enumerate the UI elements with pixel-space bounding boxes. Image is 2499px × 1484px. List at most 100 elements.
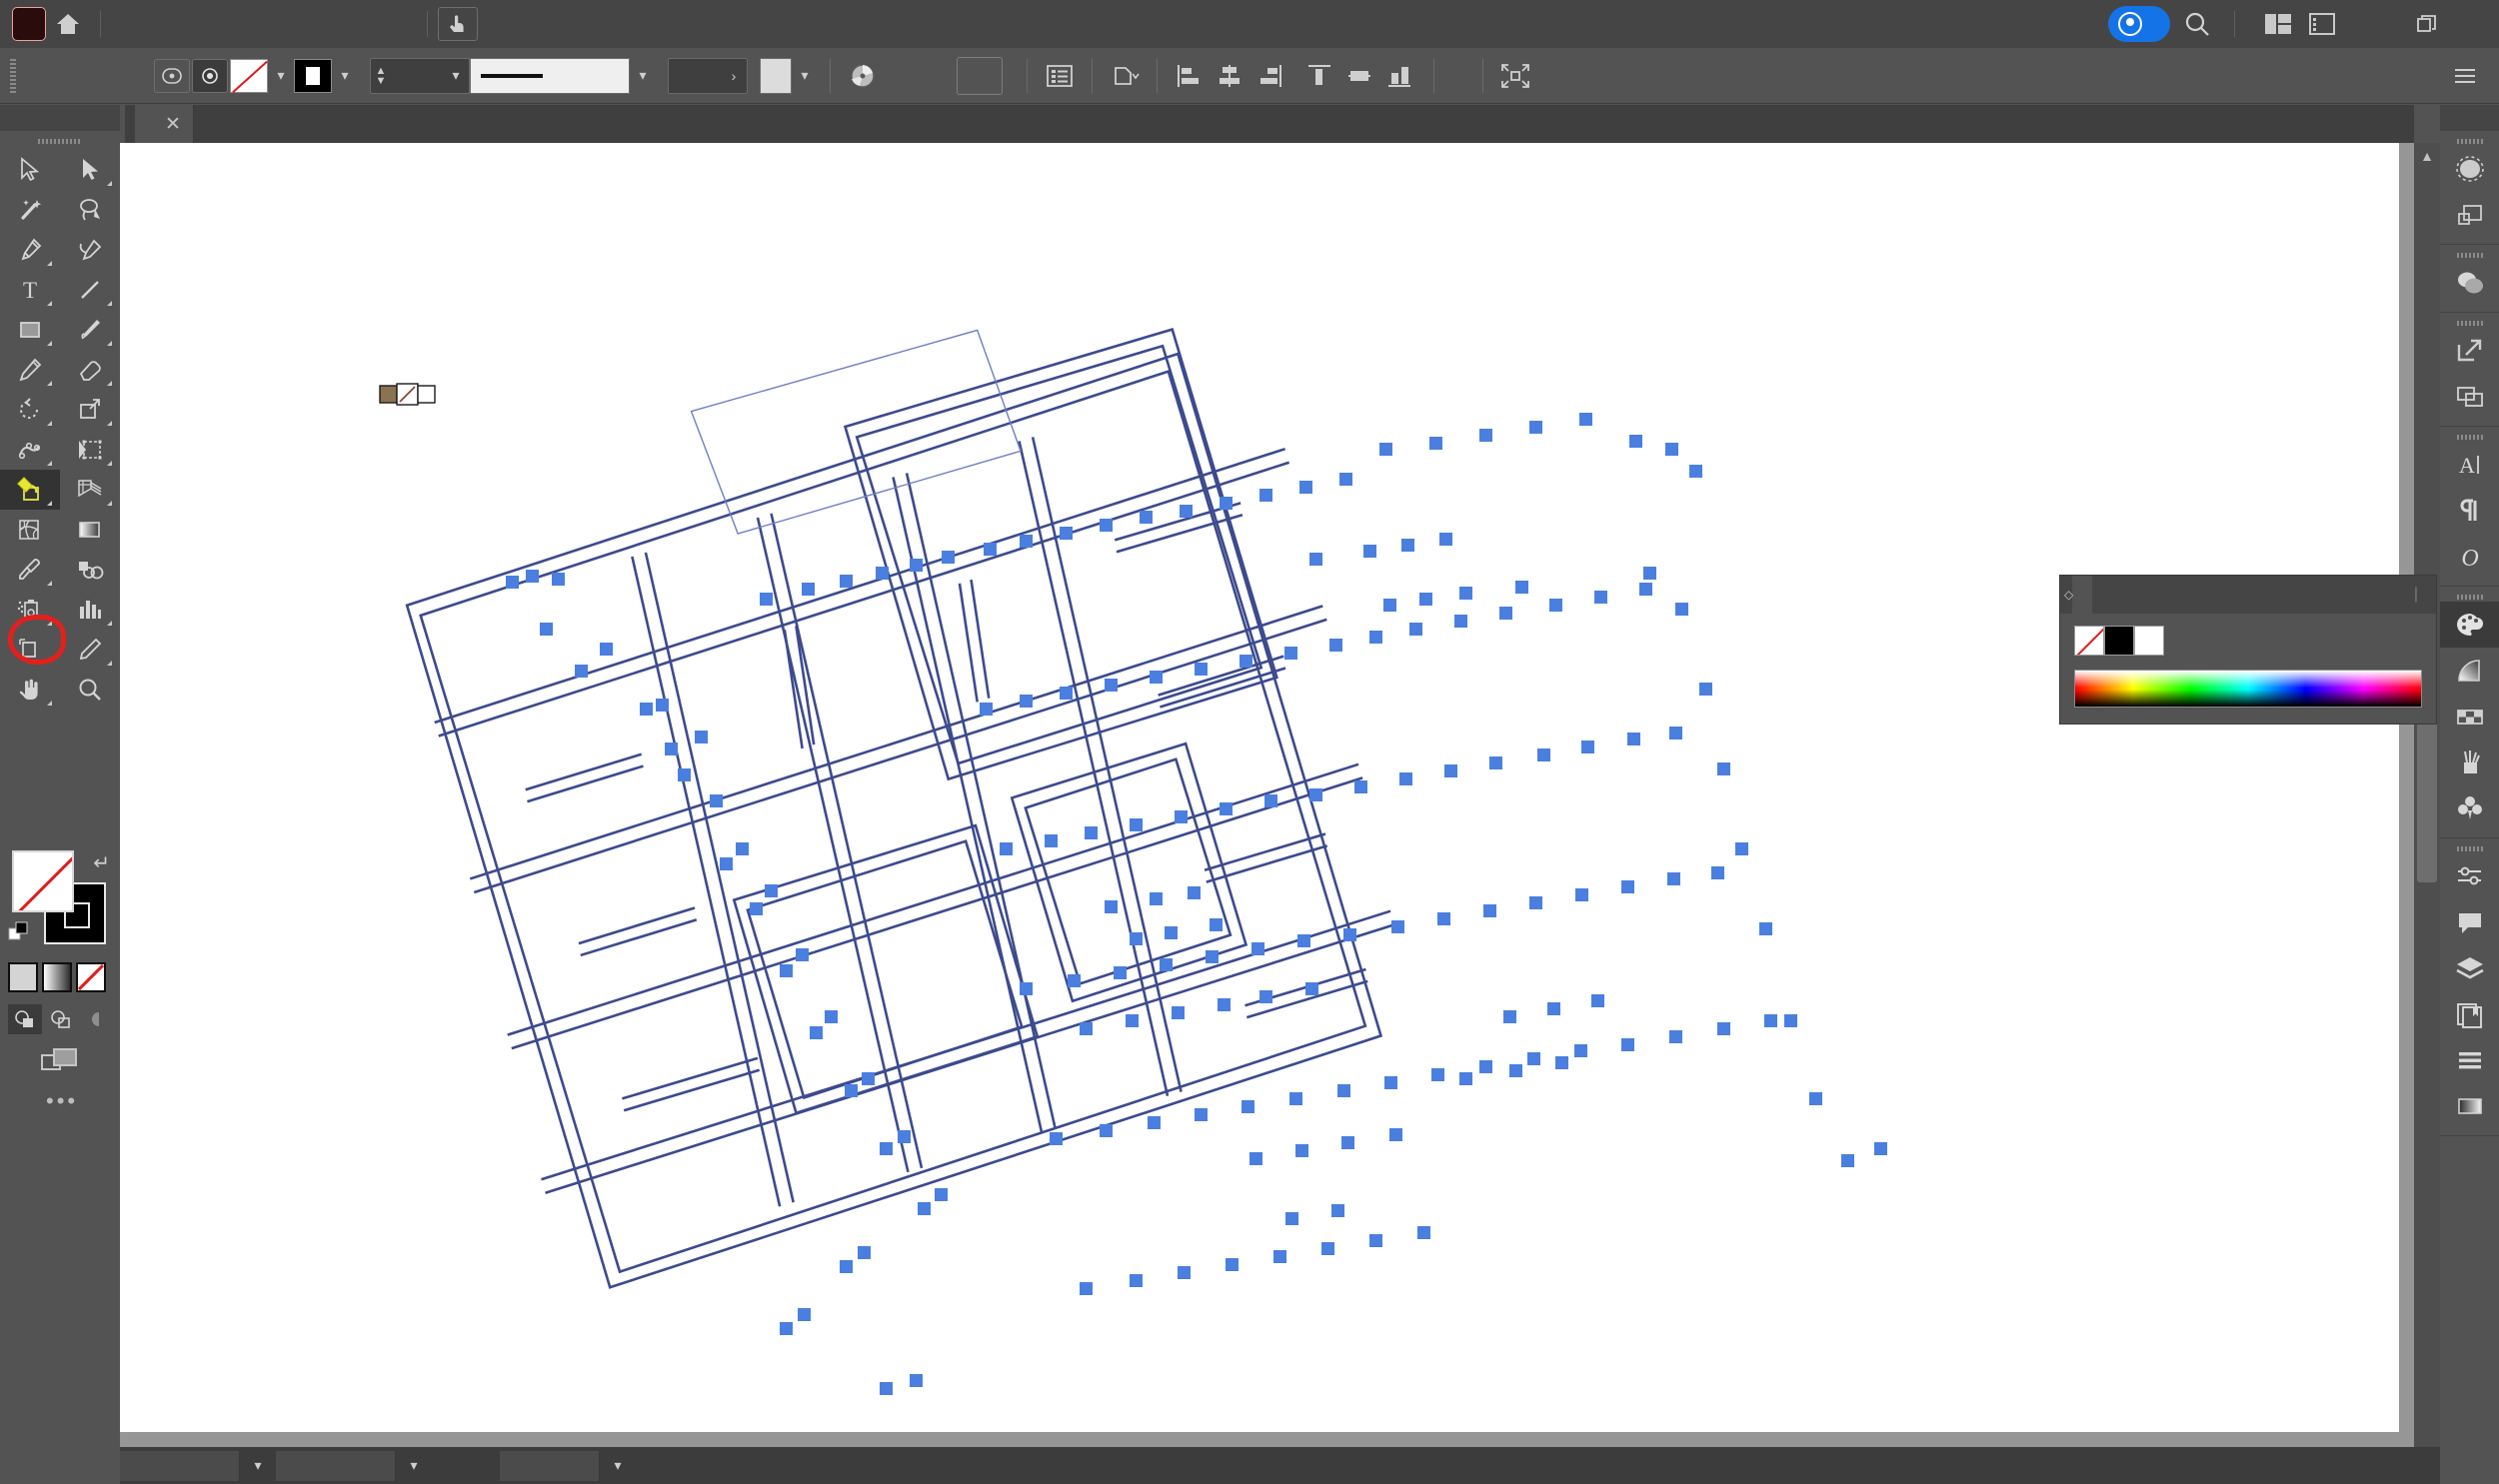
- scale-tool[interactable]: [60, 390, 120, 430]
- swap-fill-stroke-icon[interactable]: ↵: [93, 850, 110, 875]
- export-icon[interactable]: [2440, 328, 2499, 374]
- opacity-field[interactable]: ›: [668, 57, 748, 94]
- symbol-sprayer-tool[interactable]: [0, 590, 60, 630]
- draw-inside-icon[interactable]: [80, 1004, 114, 1034]
- toolbar-collapse-header[interactable]: [0, 105, 120, 131]
- dock-grip[interactable]: [2456, 139, 2483, 144]
- color-swatch-black[interactable]: [2104, 626, 2134, 656]
- zoom-tool[interactable]: [60, 670, 120, 710]
- brushes-icon[interactable]: [2440, 740, 2499, 785]
- default-fill-stroke-icon[interactable]: [8, 920, 34, 946]
- edit-toolbar-dots-icon[interactable]: •••: [46, 1088, 78, 1114]
- dock-grip[interactable]: [2456, 435, 2483, 440]
- transform-shape-icon[interactable]: [1105, 57, 1145, 95]
- stroke-stepper[interactable]: ▲ ▼: [371, 59, 391, 93]
- color-panel[interactable]: ◇ |: [2059, 575, 2437, 725]
- gradient-tool[interactable]: [60, 510, 120, 550]
- dock-collapse-header[interactable]: [2440, 105, 2499, 131]
- close-icon[interactable]: ✕: [153, 113, 193, 136]
- color-swatch-none[interactable]: [2074, 626, 2104, 656]
- panel-grip[interactable]: [10, 58, 16, 93]
- vertical-scroll-thumb[interactable]: [2417, 703, 2437, 882]
- character-icon[interactable]: A: [2440, 442, 2499, 488]
- canvas-area[interactable]: [120, 143, 2414, 1447]
- line-segment-tool[interactable]: [60, 270, 120, 310]
- pathfinder-icon[interactable]: [2440, 192, 2499, 238]
- eyedropper-tool[interactable]: [0, 550, 60, 590]
- color-spectrum-ramp[interactable]: [2074, 670, 2422, 708]
- expand-button[interactable]: [957, 56, 1003, 95]
- glyphs-icon[interactable]: O: [2440, 534, 2499, 580]
- fill-color-box[interactable]: [12, 850, 74, 912]
- artboard[interactable]: [120, 143, 2399, 1432]
- change-screen-mode-icon[interactable]: [40, 1045, 80, 1077]
- gradient-icon[interactable]: [2440, 648, 2499, 694]
- stroke-dropdown-chevron-down-icon[interactable]: ▾: [332, 59, 358, 93]
- share-button[interactable]: [2108, 6, 2170, 42]
- opacity-expand-icon[interactable]: ›: [721, 59, 747, 93]
- blend-tool[interactable]: [60, 550, 120, 590]
- window-minimize-button[interactable]: [2355, 0, 2403, 48]
- rotation-field[interactable]: [276, 1450, 396, 1481]
- hand-tool[interactable]: [0, 670, 60, 710]
- rotate-tool[interactable]: [0, 390, 60, 430]
- architectural-floor-plan-artwork[interactable]: [120, 143, 2399, 1432]
- artboard-chevron-down-icon[interactable]: ▾: [600, 1457, 636, 1474]
- transparency-icon[interactable]: [2440, 146, 2499, 192]
- vertical-scrollbar[interactable]: ▲: [2414, 143, 2440, 1447]
- stroke-profile-select[interactable]: [470, 57, 630, 94]
- tab-brushes[interactable]: [2132, 576, 2152, 614]
- layers-icon[interactable]: [2440, 945, 2499, 991]
- target-anchor-icon[interactable]: [192, 58, 228, 93]
- draw-behind-icon[interactable]: [44, 1004, 78, 1034]
- artboard-tool[interactable]: [0, 630, 60, 670]
- flat-color-icon[interactable]: [8, 962, 38, 992]
- style-chevron-down-icon[interactable]: ▾: [792, 59, 818, 93]
- mesh-tool[interactable]: [0, 510, 60, 550]
- properties-panel-icon[interactable]: [2303, 5, 2341, 43]
- draw-normal-icon[interactable]: [8, 1004, 42, 1034]
- rotation-chevron-down-icon[interactable]: ▾: [396, 1457, 432, 1474]
- tab-symbols[interactable]: [2152, 576, 2172, 614]
- magic-wand-tool[interactable]: [0, 190, 60, 230]
- swatches-icon[interactable]: [2440, 694, 2499, 740]
- align-left-icon[interactable]: [1170, 57, 1210, 95]
- isolate-selection-icon[interactable]: [1495, 57, 1535, 95]
- shape-builder-blend-icon[interactable]: [2440, 260, 2499, 306]
- pen-tool[interactable]: [0, 230, 60, 270]
- align-center-vertical-icon[interactable]: [1339, 57, 1379, 95]
- direct-selection-tool[interactable]: [60, 150, 120, 190]
- slice-tool[interactable]: [60, 630, 120, 670]
- tab-color[interactable]: [2072, 576, 2092, 614]
- align-top-icon[interactable]: [1299, 57, 1339, 95]
- graphic-style-swatch[interactable]: [760, 57, 792, 94]
- toolbar-grip[interactable]: [38, 139, 82, 144]
- libraries-icon[interactable]: [2440, 991, 2499, 1037]
- touch-workspace-icon[interactable]: [438, 7, 478, 41]
- fill-dropdown-chevron-down-icon[interactable]: ▾: [268, 59, 294, 93]
- pencil-tool[interactable]: [0, 350, 60, 390]
- paintbrush-tool[interactable]: [60, 310, 120, 350]
- curvature-tool[interactable]: [60, 230, 120, 270]
- eraser-tool[interactable]: [60, 350, 120, 390]
- asset-export-icon[interactable]: [2440, 374, 2499, 420]
- window-restore-button[interactable]: [2403, 0, 2451, 48]
- dock-grip[interactable]: [2456, 595, 2483, 600]
- arrange-documents-icon[interactable]: [2259, 5, 2297, 43]
- scroll-up-icon[interactable]: ▲: [2414, 143, 2440, 169]
- live-paint-bucket-tool[interactable]: [0, 470, 60, 510]
- selection-tool[interactable]: [0, 150, 60, 190]
- stroke-weight-chevron-down-icon[interactable]: ▾: [443, 59, 469, 93]
- control-bar-overflow-icon[interactable]: [2445, 57, 2485, 95]
- stroke-color-swatch[interactable]: [294, 58, 332, 93]
- tab-color-guide[interactable]: [2092, 576, 2112, 614]
- panel-collapse-icon[interactable]: ◇: [2060, 576, 2074, 614]
- column-graph-tool[interactable]: [60, 590, 120, 630]
- width-tool[interactable]: [0, 430, 60, 470]
- align-right-icon[interactable]: [1250, 57, 1289, 95]
- window-close-button[interactable]: [2451, 0, 2499, 48]
- tab-swatches[interactable]: [2112, 576, 2132, 614]
- select-object-icon[interactable]: [154, 58, 190, 93]
- paragraph-icon[interactable]: [2440, 488, 2499, 534]
- zoom-chevron-down-icon[interactable]: ▾: [240, 1457, 276, 1474]
